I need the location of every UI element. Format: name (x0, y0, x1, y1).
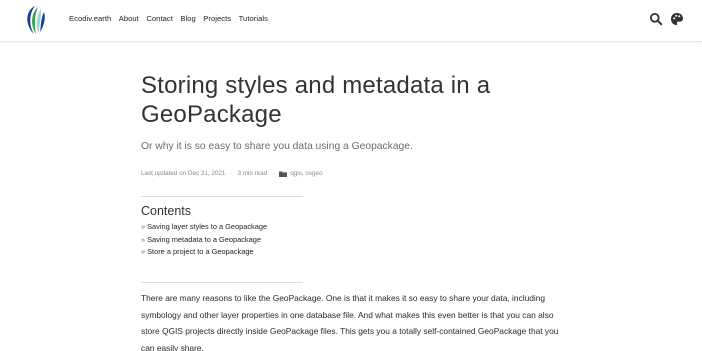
folder-icon (279, 171, 288, 177)
nav-brand-link[interactable]: Ecodiv.earth (69, 14, 111, 23)
nav-link-blog[interactable]: Blog (180, 14, 195, 23)
page-subtitle: Or why it is so easy to share you data u… (141, 141, 413, 152)
nav-link-contact[interactable]: Contact (146, 14, 173, 23)
site-logo[interactable] (22, 4, 48, 36)
toc-item-label[interactable]: Store a project to a Geopackage (147, 247, 253, 256)
meta-separator: · (230, 170, 233, 177)
page-title: Storing styles and metadata in a GeoPack… (141, 72, 491, 128)
toc-item[interactable]: » Store a project to a Geopackage (141, 246, 303, 259)
toc-title: Contents (141, 204, 192, 218)
toc-item-label[interactable]: Saving metadata to a Geopackage (147, 235, 261, 244)
toc-item[interactable]: » Saving metadata to a Geopackage (141, 234, 303, 247)
nav-link-tutorials[interactable]: Tutorials (239, 14, 268, 23)
table-of-contents: Contents » Saving layer styles to a Geopa… (141, 196, 303, 283)
toc-item-label[interactable]: Saving layer styles to a Geopackage (147, 222, 267, 231)
meta-separator: · (272, 170, 275, 177)
toc-bullet: » (141, 247, 146, 257)
nav-link-about[interactable]: About (119, 14, 139, 23)
toc-item[interactable]: » Saving layer styles to a Geopackage (141, 221, 303, 234)
read-time: 3 min read (237, 170, 268, 177)
navbar: Ecodiv.earth About Contact Blog Projects… (0, 0, 702, 42)
last-updated: Last updated on Dec 31, 2021 (141, 170, 226, 177)
toc-bullet: » (141, 222, 146, 231)
palette-icon[interactable] (670, 12, 684, 26)
category-tags[interactable]: qgis, osgeo (290, 170, 322, 177)
search-icon[interactable] (649, 12, 663, 26)
nav-links: Ecodiv.earth About Contact Blog Projects… (69, 14, 275, 23)
intro-paragraph: There are many reasons to like the GeoPa… (141, 293, 559, 351)
article-meta: Last updated on Dec 31, 2021 · 3 min rea… (141, 170, 323, 177)
nav-link-projects[interactable]: Projects (203, 14, 231, 23)
toc-bullet: » (141, 234, 146, 244)
